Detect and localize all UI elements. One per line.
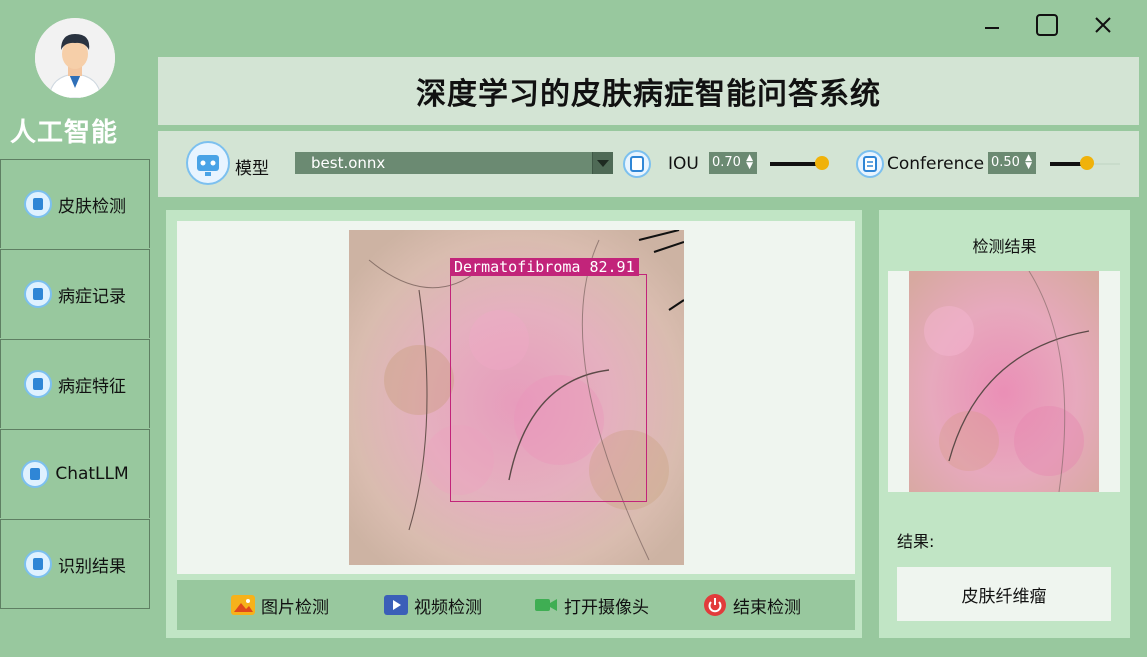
- page-title: 深度学习的皮肤病症智能问答系统: [158, 57, 1139, 125]
- conf-label: Conference: [887, 154, 985, 174]
- maximize-icon: [1036, 14, 1058, 36]
- sidebar-item-label: 皮肤检测: [58, 196, 126, 217]
- app-brand: 人工智能: [10, 118, 119, 148]
- chat-icon: [21, 460, 50, 488]
- dermoscopy-image: Dermatofibroma 82.91: [349, 230, 684, 565]
- result-value: 皮肤纤维瘤: [897, 567, 1111, 621]
- sidebar-item-results[interactable]: 识别结果: [0, 519, 150, 609]
- action-bar: 图片检测 视频检测 打开摄像头 结束检测: [177, 580, 855, 630]
- conf-slider-handle[interactable]: [1080, 156, 1094, 170]
- video-icon: [384, 595, 408, 615]
- image-detect-button[interactable]: 图片检测: [231, 593, 329, 618]
- result-title: 检测结果: [972, 237, 1037, 256]
- power-icon: [703, 593, 727, 617]
- feature-icon: [24, 370, 52, 398]
- model-select[interactable]: best.onnx: [295, 152, 613, 174]
- result-label: 结果:: [897, 532, 935, 551]
- record-icon: [24, 280, 52, 308]
- conf-spinbox[interactable]: 0.50 ▲ ▼: [988, 152, 1036, 174]
- skin-detect-icon: [24, 190, 52, 218]
- model-label: 模型: [235, 159, 269, 179]
- action-label: 视频检测: [414, 597, 482, 618]
- iou-slider-handle[interactable]: [815, 156, 829, 170]
- iou-label: IOU: [668, 154, 699, 174]
- confidence-icon: [856, 150, 884, 178]
- camera-icon: [534, 595, 558, 615]
- robot-icon: [186, 141, 230, 185]
- conf-value: 0.50: [991, 155, 1020, 170]
- sidebar-item-label: 病症记录: [58, 286, 126, 307]
- video-detect-button[interactable]: 视频检测: [384, 593, 482, 618]
- stop-detect-button[interactable]: 结束检测: [703, 593, 801, 618]
- minimize-button[interactable]: [977, 10, 1007, 40]
- result-crop-image: [909, 271, 1099, 492]
- sidebar-item-label: 病症特征: [58, 376, 126, 397]
- iou-spinbox[interactable]: 0.70 ▲ ▼: [709, 152, 757, 174]
- toolbar: 模型 best.onnx IOU 0.70 ▲ ▼ Conference 0.50…: [158, 131, 1139, 197]
- maximize-button[interactable]: [1032, 10, 1062, 40]
- action-label: 图片检测: [261, 597, 329, 618]
- spin-arrows-icon[interactable]: ▲ ▼: [746, 154, 753, 171]
- sidebar-item-label: 识别结果: [58, 556, 126, 577]
- avatar: [35, 18, 115, 98]
- sidebar-item-label: ChatLLM: [55, 464, 129, 484]
- sidebar-item-chatllm[interactable]: ChatLLM: [0, 429, 150, 518]
- sidebar-item-features[interactable]: 病症特征: [0, 339, 150, 428]
- action-label: 打开摄像头: [564, 597, 649, 618]
- detection-box: [450, 274, 647, 502]
- action-label: 结束检测: [733, 597, 801, 618]
- sidebar-item-skin-detect[interactable]: 皮肤检测: [0, 159, 150, 248]
- spin-arrows-icon[interactable]: ▲ ▼: [1025, 154, 1032, 171]
- close-button[interactable]: [1088, 10, 1118, 40]
- folder-icon: [24, 550, 52, 578]
- detection-label: Dermatofibroma 82.91: [450, 258, 639, 276]
- iou-icon: [623, 150, 651, 178]
- chevron-down-icon[interactable]: [592, 152, 613, 174]
- sidebar-item-records[interactable]: 病症记录: [0, 249, 150, 338]
- model-select-value: best.onnx: [311, 154, 386, 172]
- image-icon: [231, 595, 255, 615]
- iou-value: 0.70: [712, 155, 741, 170]
- minimize-icon: [985, 27, 999, 29]
- open-camera-button[interactable]: 打开摄像头: [534, 593, 649, 618]
- close-icon: [1095, 17, 1111, 33]
